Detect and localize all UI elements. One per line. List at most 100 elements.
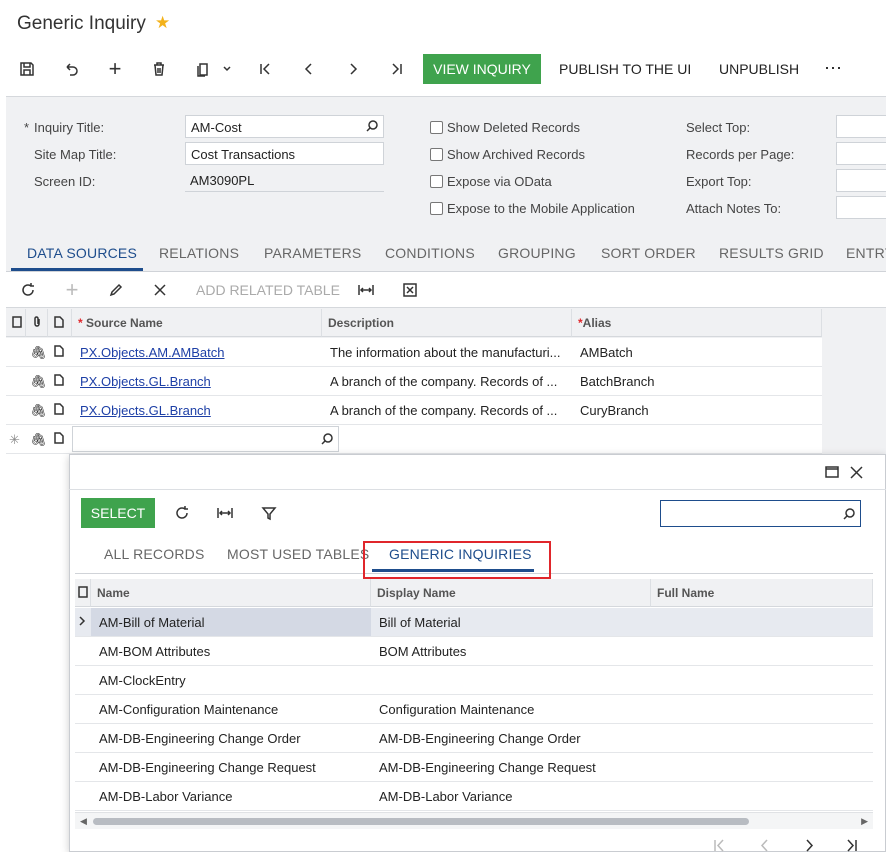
tab-conditions[interactable]: CONDITIONS [385, 245, 475, 261]
attach-notes-field[interactable] [836, 196, 886, 219]
tab-sort-order[interactable]: SORT ORDER [601, 245, 696, 261]
expose-mobile-label: Expose to the Mobile Application [447, 201, 635, 216]
new-row-asterisk-icon: ✳ [9, 432, 20, 447]
select-top-field[interactable] [836, 115, 886, 138]
view-inquiry-button[interactable]: VIEW INQUIRY [423, 54, 541, 84]
select-top-label: Select Top: [686, 120, 751, 135]
pager-first-icon[interactable] [712, 839, 726, 852]
first-record-icon[interactable] [254, 58, 276, 80]
list-item[interactable]: AM-ClockEntry [75, 666, 873, 695]
scrollbar-thumb[interactable] [93, 818, 749, 825]
pager-previous-icon[interactable] [758, 839, 772, 852]
refresh-icon[interactable] [174, 505, 190, 524]
edit-icon[interactable] [105, 279, 127, 301]
tab-data-sources[interactable]: DATA SOURCES [27, 245, 137, 261]
table-row[interactable]: 🖇 PX.Objects.GL.Branch A branch of the c… [6, 367, 822, 396]
source-name-link[interactable]: PX.Objects.GL.Branch [80, 403, 211, 418]
column-header-alias[interactable]: *Alias [572, 309, 822, 337]
close-icon[interactable] [149, 279, 171, 301]
pager-next-icon[interactable] [802, 839, 816, 852]
chevron-down-icon[interactable] [216, 58, 238, 80]
source-name-input[interactable] [72, 426, 339, 452]
unpublish-button[interactable]: UNPUBLISH [719, 61, 799, 77]
expose-mobile-checkbox[interactable] [430, 202, 443, 215]
fit-columns-icon[interactable] [216, 506, 234, 523]
list-item[interactable]: AM-DB-Engineering Change Request AM-DB-E… [75, 753, 873, 782]
tab-parameters[interactable]: PARAMETERS [264, 245, 361, 261]
tab-grouping[interactable]: GROUPING [498, 245, 576, 261]
clipboard-icon[interactable] [192, 58, 214, 80]
list-item[interactable]: AM-DB-Engineering Change Order AM-DB-Eng… [75, 724, 873, 753]
note-icon[interactable] [54, 374, 64, 389]
tab-most-used-tables[interactable]: MOST USED TABLES [227, 546, 369, 562]
grid-toolbar [6, 272, 886, 308]
refresh-icon[interactable] [17, 279, 39, 301]
publish-button[interactable]: PUBLISH TO THE UI [559, 61, 691, 77]
favorite-star-icon[interactable]: ★ [155, 13, 170, 33]
pager-last-icon[interactable] [845, 839, 859, 852]
note-icon[interactable] [54, 403, 64, 418]
search-icon[interactable] [842, 507, 856, 524]
name-cell: AM-ClockEntry [99, 673, 186, 688]
expose-odata-checkbox[interactable] [430, 175, 443, 188]
note-icon[interactable] [54, 345, 64, 360]
dialog-search-input[interactable] [660, 500, 861, 527]
export-excel-icon[interactable] [399, 279, 421, 301]
add-row-icon[interactable]: + [61, 277, 83, 302]
last-record-icon[interactable] [386, 58, 408, 80]
select-button[interactable]: SELECT [81, 498, 155, 528]
column-header-description[interactable]: Description [322, 309, 572, 337]
undo-icon[interactable] [60, 58, 82, 80]
tab-all-records[interactable]: ALL RECORDS [104, 546, 205, 562]
table-row[interactable]: 🖇 PX.Objects.AM.AMBatch The information … [6, 338, 822, 367]
display-name-cell: AM-DB-Labor Variance [379, 789, 513, 804]
list-item[interactable]: AM-DB-Labor Variance AM-DB-Labor Varianc… [75, 782, 873, 811]
export-top-field[interactable] [836, 169, 886, 192]
search-icon[interactable] [320, 432, 334, 449]
name-cell: AM-BOM Attributes [99, 644, 211, 659]
show-deleted-checkbox[interactable] [430, 121, 443, 134]
more-menu-icon[interactable]: ⋯ [824, 58, 842, 79]
scroll-right-icon[interactable]: ▶ [861, 816, 868, 827]
list-item[interactable]: AM-Configuration Maintenance Configurati… [75, 695, 873, 724]
tab-results-grid[interactable]: RESULTS GRID [719, 245, 824, 261]
add-related-table-button[interactable]: ADD RELATED TABLE [196, 282, 340, 298]
column-header-name[interactable]: Name [91, 579, 371, 607]
source-name-link[interactable]: PX.Objects.AM.AMBatch [80, 345, 225, 360]
list-item[interactable]: AM-BOM Attributes BOM Attributes [75, 637, 873, 666]
next-record-icon[interactable] [342, 58, 364, 80]
paperclip-icon[interactable]: 🖇 [30, 374, 47, 390]
list-item[interactable]: AM-Bill of Material Bill of Material [75, 608, 873, 637]
maximize-icon[interactable] [825, 466, 839, 481]
inquiry-title-field[interactable]: AM-Cost [185, 115, 384, 138]
table-row[interactable]: 🖇 PX.Objects.GL.Branch A branch of the c… [6, 396, 822, 425]
column-header-display-name[interactable]: Display Name [371, 579, 651, 607]
show-archived-checkbox[interactable] [430, 148, 443, 161]
dialog-header-divider [69, 489, 886, 490]
tab-relations[interactable]: RELATIONS [159, 245, 239, 261]
records-per-page-field[interactable] [836, 142, 886, 165]
tab-entry[interactable]: ENTRY [846, 245, 886, 261]
delete-icon[interactable] [148, 58, 170, 80]
previous-record-icon[interactable] [298, 58, 320, 80]
column-header-source-name[interactable]: * Source Name [72, 309, 322, 337]
horizontal-scrollbar[interactable]: ◀ ▶ [75, 812, 873, 829]
close-dialog-icon[interactable] [850, 466, 863, 482]
site-map-title-field[interactable]: Cost Transactions [185, 142, 384, 165]
filter-icon[interactable] [261, 505, 277, 524]
paperclip-header-icon [26, 309, 48, 337]
display-name-cell: Configuration Maintenance [379, 702, 535, 717]
fit-columns-icon[interactable] [355, 279, 377, 301]
save-icon[interactable] [16, 58, 38, 80]
column-header-full-name[interactable]: Full Name [651, 579, 873, 607]
paperclip-icon[interactable]: 🖇 [30, 403, 47, 419]
paperclip-icon[interactable]: 🖇 [30, 432, 47, 448]
note-icon[interactable] [54, 432, 64, 447]
source-name-link[interactable]: PX.Objects.GL.Branch [80, 374, 211, 389]
paperclip-icon[interactable]: 🖇 [30, 345, 47, 361]
new-row[interactable]: ✳ 🖇 [6, 425, 822, 454]
search-icon[interactable] [365, 119, 379, 136]
add-icon[interactable]: + [104, 56, 126, 81]
scroll-left-icon[interactable]: ◀ [80, 816, 87, 827]
alias-cell: CuryBranch [580, 403, 649, 418]
